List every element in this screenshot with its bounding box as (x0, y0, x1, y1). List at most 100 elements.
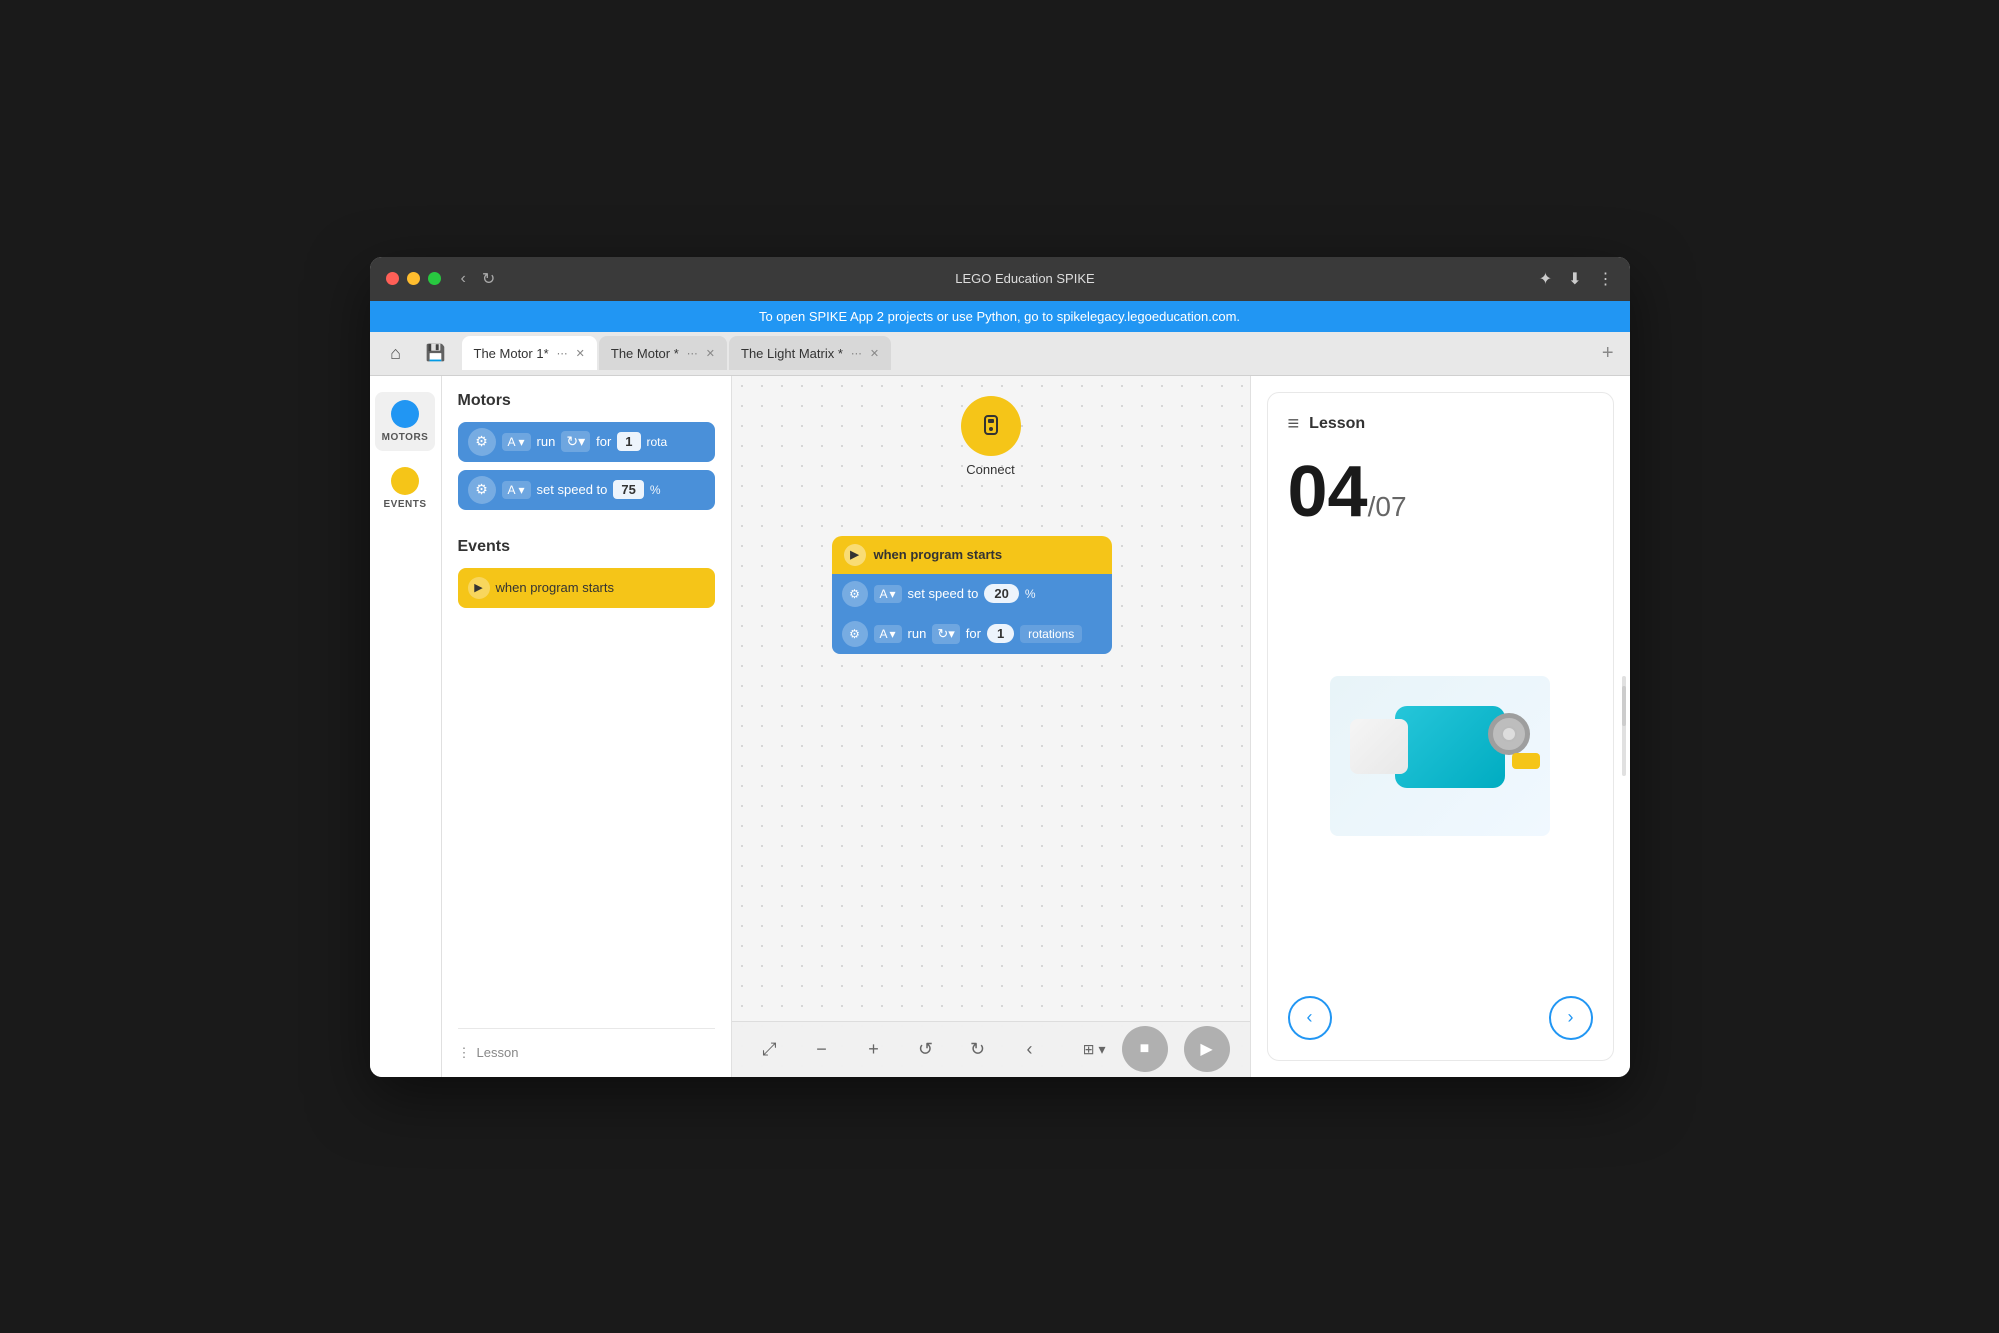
canvas-play-icon: ▶ (844, 544, 866, 566)
canvas-rotations-label[interactable]: rotations (1020, 625, 1082, 643)
canvas-rotate-icon[interactable]: ↻▾ (932, 624, 959, 644)
compress-button[interactable]: ⤢ (752, 1031, 788, 1067)
back-nav-button[interactable]: ‹ (457, 267, 470, 291)
canvas-set-speed-block[interactable]: ⚙ A ▾ set speed to 20 % (832, 574, 1112, 614)
events-section-title: Events (458, 538, 715, 556)
set-speed-label: set speed to (537, 482, 608, 497)
connect-label: Connect (966, 462, 1014, 477)
block-stack: ▶ when program starts ⚙ A ▾ set speed to… (832, 536, 1112, 654)
lesson-panel: ≡ Lesson 04/07 (1250, 376, 1630, 1077)
connect-icon (961, 396, 1021, 456)
speed-unit: % (650, 483, 661, 497)
play-icon: ▶ (1200, 1039, 1212, 1059)
tab-motor1-menu[interactable]: ⋯ (557, 347, 568, 360)
canvas-toolbar: ⤢ − + ↺ ↻ ‹ ⊞ ▾ ■ ▶ (732, 1021, 1250, 1077)
stop-button[interactable]: ■ (1122, 1026, 1168, 1072)
events-icon (391, 467, 419, 495)
lesson-list-icon: ≡ (1288, 413, 1300, 436)
canvas-speed-unit: % (1025, 587, 1036, 601)
nav-buttons: ‹ ↻ (457, 267, 500, 291)
lesson-total: /07 (1368, 491, 1407, 522)
grid-icon: ⊞ (1083, 1041, 1095, 1058)
motor-run-icon: ⚙ (468, 428, 496, 456)
play-run-button[interactable]: ▶ (1184, 1026, 1230, 1072)
canvas-when-block[interactable]: ▶ when program starts (832, 536, 1112, 574)
tab-motor1-close[interactable]: ✕ (576, 347, 585, 360)
menu-icon[interactable]: ⋮ (1598, 269, 1614, 289)
canvas-motor-icon2: ⚙ (842, 621, 868, 647)
tab-lightmatrix-close[interactable]: ✕ (870, 347, 879, 360)
motor-yellow-connector (1512, 753, 1540, 769)
rotate-direction-icon[interactable]: ↻▾ (561, 431, 590, 452)
grid-view-button[interactable]: ⊞ ▾ (1083, 1041, 1106, 1058)
when-program-label: when program starts (496, 580, 615, 595)
banner-text: To open SPIKE App 2 projects or use Pyth… (759, 309, 1240, 324)
grid-chevron: ▾ (1098, 1041, 1105, 1058)
refresh-nav-button[interactable]: ↻ (478, 267, 499, 291)
app-window: ‹ ↻ LEGO Education SPIKE ✦ ⬇ ⋮ To open S… (370, 257, 1630, 1077)
puzzle-icon[interactable]: ✦ (1539, 269, 1552, 289)
zoom-out-button[interactable]: − (804, 1031, 840, 1067)
zoom-in-button[interactable]: + (856, 1031, 892, 1067)
minimize-button[interactable] (407, 272, 420, 285)
canvas-port-a-dropdown[interactable]: A ▾ (874, 585, 902, 603)
tab-motor-menu[interactable]: ⋯ (687, 347, 698, 360)
tab-motor-close[interactable]: ✕ (706, 347, 715, 360)
close-button[interactable] (386, 272, 399, 285)
motors-section-title: Motors (458, 392, 715, 410)
block-port-a2-dropdown[interactable]: A ▾ (502, 481, 531, 499)
speed-value-field[interactable]: 75 (613, 480, 643, 499)
block-palette: Motors ⚙ A ▾ run ↻▾ for 1 rota ⚙ A ▾ set… (442, 376, 732, 1077)
tab-lightmatrix-menu[interactable]: ⋯ (851, 347, 862, 360)
undo-button[interactable]: ↺ (908, 1031, 944, 1067)
sidebar-item-events[interactable]: EVENTS (375, 459, 435, 518)
tab-motor1[interactable]: The Motor 1* ⋯ ✕ (462, 336, 597, 370)
block-port-dropdown[interactable]: A ▾ (502, 433, 531, 451)
canvas-port-a2-dropdown[interactable]: A ▾ (874, 625, 902, 643)
sidebar-item-motors[interactable]: MOTORS (375, 392, 435, 451)
lesson-scrollbar-thumb (1622, 686, 1626, 726)
canvas-area[interactable]: Connect ▶ when program starts ⚙ A ▾ (732, 376, 1250, 1077)
tab-motor[interactable]: The Motor * ⋯ ✕ (599, 336, 727, 370)
tab-motor1-label: The Motor 1* (474, 346, 549, 361)
lesson-next-button[interactable]: › (1549, 996, 1593, 1040)
connect-button[interactable]: Connect (961, 396, 1021, 477)
redo-button[interactable]: ↻ (960, 1031, 996, 1067)
download-icon[interactable]: ⬇ (1568, 269, 1581, 289)
for-label: for (596, 434, 611, 449)
main-content: MOTORS EVENTS Motors ⚙ A ▾ run ↻▾ for 1 … (370, 376, 1630, 1077)
run-value-field[interactable]: 1 (617, 432, 640, 451)
motor-inner-gear (1501, 726, 1517, 742)
palette-lesson-button[interactable]: ⋮ Lesson (458, 1028, 715, 1061)
canvas-motor-icon1: ⚙ (842, 581, 868, 607)
play-icon-small: ▶ (468, 577, 490, 599)
motor-illustration (1340, 691, 1540, 821)
maximize-button[interactable] (428, 272, 441, 285)
motor-connector-white (1350, 719, 1408, 774)
tab-motor-label: The Motor * (611, 346, 679, 361)
new-tab-button[interactable]: + (1594, 338, 1622, 369)
block-run-rotations[interactable]: ⚙ A ▾ run ↻▾ for 1 rota (458, 422, 715, 462)
sidebar-icons: MOTORS EVENTS (370, 376, 442, 1077)
back-button[interactable]: ‹ (1012, 1031, 1048, 1067)
canvas-run-value[interactable]: 1 (987, 624, 1014, 643)
titlebar-actions: ✦ ⬇ ⋮ (1539, 269, 1614, 289)
lesson-title: Lesson (1309, 415, 1365, 433)
lesson-scrollbar[interactable] (1622, 676, 1626, 776)
tabbar: ⌂ 💾 The Motor 1* ⋯ ✕ The Motor * ⋯ ✕ The… (370, 332, 1630, 376)
block-when-program-starts[interactable]: ▶ when program starts (458, 568, 715, 608)
block-set-speed[interactable]: ⚙ A ▾ set speed to 75 % (458, 470, 715, 510)
lesson-navigation: ‹ › (1288, 996, 1593, 1040)
home-button[interactable]: ⌂ (378, 335, 414, 371)
tab-lightmatrix[interactable]: The Light Matrix * ⋯ ✕ (729, 336, 891, 370)
lesson-number-row: 04/07 (1288, 456, 1593, 528)
canvas-speed-value[interactable]: 20 (984, 584, 1018, 603)
canvas-program-blocks: ▶ when program starts ⚙ A ▾ set speed to… (832, 536, 1112, 654)
lesson-prev-button[interactable]: ‹ (1288, 996, 1332, 1040)
canvas-run-block[interactable]: ⚙ A ▾ run ↻▾ for 1 rotations (832, 614, 1112, 654)
run-label: run (537, 434, 556, 449)
sidebar-motors-label: MOTORS (382, 432, 429, 443)
stop-icon: ■ (1140, 1040, 1150, 1058)
save-button[interactable]: 💾 (418, 335, 454, 371)
lesson-number: 04 (1288, 452, 1368, 532)
